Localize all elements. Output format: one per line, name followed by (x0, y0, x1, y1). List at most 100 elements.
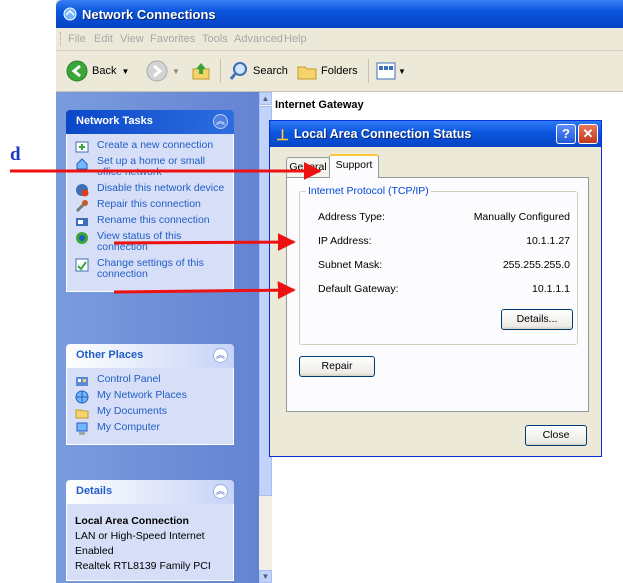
subnet-mask-row: Subnet Mask: 255.255.255.0 (318, 259, 570, 273)
ip-address-row: IP Address: 10.1.1.27 (318, 235, 570, 249)
details-body: Local Area Connection LAN or High-Speed … (66, 504, 234, 581)
status-icon (76, 232, 88, 244)
forward-dropdown-icon[interactable]: ▼ (172, 67, 180, 76)
task-pane: Network Tasks ︽ Create a new connection S… (56, 92, 259, 583)
views-grid-icon (376, 62, 396, 80)
row-value: 10.1.1.1 (532, 283, 570, 295)
network-tasks-list: Create a new connection Set up a home or … (66, 134, 234, 292)
network-task-item[interactable]: Create a new connection (75, 139, 227, 153)
repair-icon (75, 200, 88, 213)
details-line: Enabled (75, 545, 114, 557)
network-task-item[interactable]: Disable this network device (75, 182, 227, 197)
details-button[interactable]: Details... (501, 309, 573, 330)
network-tasks-title: Network Tasks (76, 115, 153, 127)
repair-button[interactable]: Repair (299, 356, 375, 377)
collapse-chevron-icon[interactable]: ︽ (213, 348, 228, 363)
views-button[interactable]: ▼ (376, 58, 406, 84)
close-window-button[interactable]: ✕ (578, 124, 598, 144)
menu-view[interactable]: View (120, 33, 144, 45)
collapse-chevron-icon[interactable]: ︽ (213, 484, 228, 499)
network-task-item[interactable]: Rename this connection (75, 215, 227, 226)
scroll-up-icon[interactable]: ▲ (259, 92, 272, 105)
network-task-item-label: Disable this network device (97, 182, 225, 194)
documents-folder-icon (75, 409, 89, 419)
computer-icon (76, 422, 88, 435)
network-task-item-label: Set up a home or small office network (97, 155, 205, 178)
other-place-item-label: My Network Places (97, 389, 187, 401)
back-dropdown-icon[interactable]: ▼ (121, 67, 129, 76)
home-network-icon (76, 158, 88, 170)
other-places-header[interactable]: Other Places ︽ (66, 344, 234, 368)
search-button[interactable]: Search (228, 58, 288, 84)
folders-label: Folders (321, 65, 358, 77)
network-task-item[interactable]: Repair this connection (75, 198, 227, 213)
back-button[interactable]: Back ▼ (66, 58, 129, 84)
menu-tools[interactable]: Tools (202, 33, 228, 45)
other-place-item-label: My Computer (97, 421, 161, 433)
details-title: Details (76, 485, 113, 497)
menu-help[interactable]: Help (284, 33, 307, 45)
network-task-item-label: Create a new connection (97, 139, 214, 151)
help-button[interactable]: ? (556, 124, 576, 144)
tab-support[interactable]: Support (329, 154, 379, 178)
menu-edit[interactable]: Edit (94, 33, 113, 45)
menu-file[interactable]: File (68, 33, 86, 45)
other-place-item[interactable]: My Documents (75, 405, 227, 419)
row-value: Manually Configured (473, 211, 570, 223)
close-button[interactable]: Close (525, 425, 587, 446)
network-connections-icon (63, 7, 77, 21)
dialog-title-bar[interactable]: ⊥ Local Area Connection Status ? ✕ (270, 121, 601, 147)
other-place-item[interactable]: Control Panel (75, 373, 227, 386)
toolbar-separator (220, 59, 221, 83)
scroll-down-icon[interactable]: ▼ (259, 570, 272, 583)
other-places-title: Other Places (76, 349, 144, 361)
menu-advanced[interactable]: Advanced (234, 33, 283, 45)
folders-icon (297, 66, 317, 80)
other-place-item-label: Control Panel (97, 373, 161, 385)
up-folder-button[interactable] (190, 58, 212, 84)
back-label: Back (92, 65, 117, 77)
network-task-item[interactable]: Change settings of this connection (75, 258, 227, 280)
menu-favorites[interactable]: Favorites (150, 33, 195, 45)
menu-grip (60, 32, 64, 46)
annotation-letter: d (10, 144, 21, 165)
row-label: Address Type: (318, 211, 385, 223)
search-icon (229, 62, 247, 80)
new-connection-icon (75, 141, 89, 153)
network-task-item-label: Rename this connection (97, 214, 210, 226)
network-task-item-label: Repair this connection (97, 198, 201, 210)
network-task-item[interactable]: View status of this connection (75, 231, 227, 253)
network-places-icon (75, 390, 89, 404)
up-folder-icon (192, 63, 210, 80)
network-tasks-panel: Network Tasks ︽ Create a new connection S… (66, 110, 234, 292)
folders-button[interactable]: Folders (296, 58, 358, 84)
row-label: Subnet Mask: (318, 259, 383, 271)
other-place-item[interactable]: My Computer (75, 421, 227, 435)
window-title-bar[interactable]: Network Connections (56, 0, 623, 28)
network-task-item-label: Change settings of this connection (97, 257, 204, 280)
views-dropdown-icon[interactable]: ▼ (398, 67, 406, 76)
forward-button[interactable]: ▼ (146, 58, 180, 84)
window-title: Network Connections (82, 7, 216, 22)
row-label: Default Gateway: (318, 283, 399, 295)
network-tasks-header[interactable]: Network Tasks ︽ (66, 110, 234, 134)
menu-bar: File Edit View Favorites Tools Advanced … (56, 28, 623, 51)
network-plug-icon: ⊥ (276, 127, 290, 144)
dialog-title: Local Area Connection Status (294, 127, 472, 141)
settings-icon (75, 258, 89, 272)
tab-general[interactable]: General (286, 157, 330, 177)
other-place-item-label: My Documents (97, 405, 168, 417)
details-panel: Details ︽ Local Area Connection LAN or H… (66, 480, 234, 581)
other-place-item[interactable]: My Network Places (75, 389, 227, 404)
details-header[interactable]: Details ︽ (66, 480, 234, 504)
search-label: Search (253, 65, 288, 77)
details-connection-name: Local Area Connection (75, 515, 189, 527)
network-task-item[interactable]: Set up a home or small office network (75, 156, 227, 178)
control-panel-icon (76, 377, 88, 386)
details-line: LAN or High-Speed Internet (75, 530, 205, 542)
details-line: Realtek RTL8139 Family PCI (75, 560, 211, 572)
status-dialog: ⊥ Local Area Connection Status ? ✕ Gener… (269, 120, 602, 457)
internet-gateway-header: Internet Gateway (275, 99, 364, 111)
collapse-chevron-icon[interactable]: ︽ (213, 114, 228, 129)
row-label: IP Address: (318, 235, 372, 247)
